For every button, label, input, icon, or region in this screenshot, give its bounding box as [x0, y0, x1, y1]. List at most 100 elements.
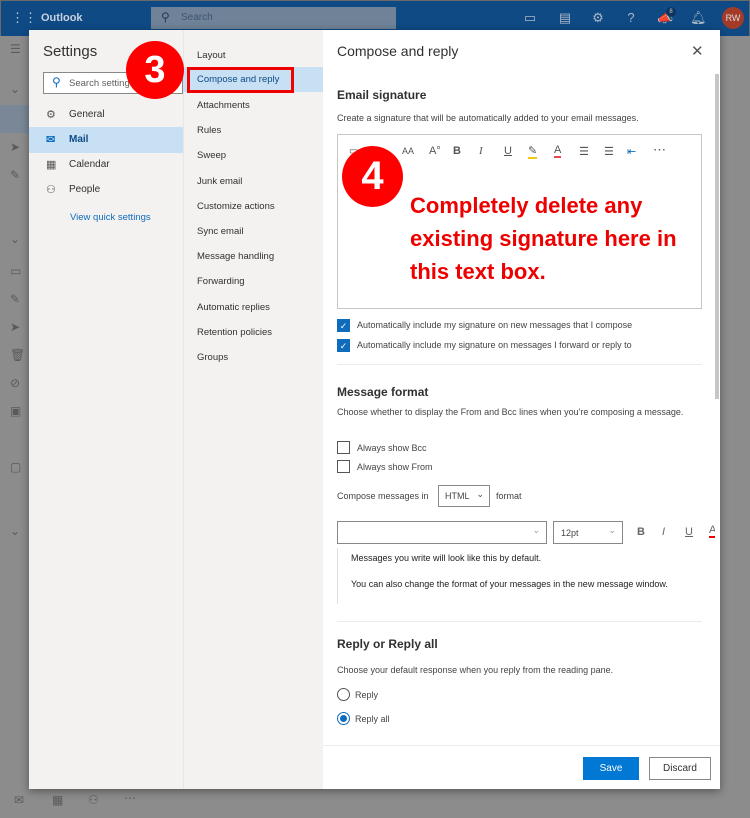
divider: [337, 364, 702, 365]
nav-groups[interactable]: Groups: [183, 345, 323, 370]
bold-icon[interactable]: B: [637, 526, 645, 538]
block-icon[interactable]: ⊘: [10, 376, 20, 390]
include-signature-reply-checkbox[interactable]: ✓: [337, 339, 350, 352]
discard-button[interactable]: Discard: [649, 757, 711, 780]
grow-font-icon[interactable]: A°: [429, 145, 441, 157]
trash-icon[interactable]: 🗑︎: [10, 348, 25, 362]
italic-icon[interactable]: I: [479, 145, 483, 157]
chevron-down-icon[interactable]: ⌄: [10, 82, 20, 96]
underline-icon[interactable]: U: [504, 145, 512, 157]
avatar[interactable]: RW: [722, 7, 744, 29]
inbox-icon[interactable]: ▭: [10, 264, 21, 278]
nav-customize-actions[interactable]: Customize actions: [183, 194, 323, 219]
save-button[interactable]: Save: [583, 757, 639, 780]
font-size-icon[interactable]: AA: [402, 146, 414, 156]
font-family-dropdown[interactable]: ⌄: [337, 521, 547, 544]
nav-junk-email[interactable]: Junk email: [183, 169, 323, 194]
settings-title: Settings: [43, 43, 98, 60]
more-options-icon[interactable]: ⋯: [653, 142, 666, 158]
message-format-desc: Choose whether to display the From and B…: [337, 407, 684, 417]
footer-divider: [323, 745, 720, 746]
signature-desc: Create a signature that will be automati…: [337, 113, 639, 123]
menu-icon[interactable]: ☰: [10, 42, 21, 56]
format-preview-line1: Messages you write will look like this b…: [351, 553, 542, 563]
send-icon[interactable]: ➤: [10, 320, 20, 334]
nav-retention-policies[interactable]: Retention policies: [183, 320, 323, 345]
reply-radio[interactable]: [337, 688, 350, 701]
always-show-bcc-checkbox[interactable]: [337, 441, 350, 454]
scrollbar[interactable]: [715, 74, 719, 399]
nav-forwarding[interactable]: Forwarding: [183, 269, 323, 294]
nav-sync-email[interactable]: Sync email: [183, 219, 323, 244]
help-icon[interactable]: ?: [623, 10, 639, 26]
nav-attachments[interactable]: Attachments: [183, 93, 323, 118]
bullets-icon[interactable]: ☰: [579, 145, 589, 158]
calendar-check-icon[interactable]: ▤: [557, 10, 573, 26]
search-input[interactable]: ⚲ Search: [151, 7, 396, 29]
category-mail[interactable]: ✉ Mail: [29, 127, 183, 153]
format-preview-line2: You can also change the format of your m…: [351, 579, 668, 589]
people-icon: ⚇: [46, 184, 56, 196]
pencil-icon[interactable]: ✎: [10, 292, 20, 306]
reply-desc: Choose your default response when you re…: [337, 665, 614, 675]
always-show-bcc-label: Always show Bcc: [357, 443, 427, 453]
app-launcher-icon[interactable]: ⋮⋮: [11, 10, 37, 26]
mail-icon[interactable]: ✉: [14, 793, 24, 807]
nav-message-handling[interactable]: Message handling: [183, 244, 323, 269]
pane-title: Compose and reply: [337, 43, 459, 59]
chat-icon[interactable]: ▭: [522, 10, 538, 26]
compose-format-dropdown[interactable]: HTML ⌄: [438, 485, 490, 507]
settings-icon[interactable]: ⚙: [590, 10, 606, 26]
highlight-icon[interactable]: ✎: [528, 144, 538, 159]
category-people[interactable]: ⚇ People: [29, 177, 183, 203]
send-icon[interactable]: ➤: [10, 140, 20, 154]
font-size-dropdown[interactable]: 12pt ⌄: [553, 521, 623, 544]
more-icon[interactable]: ⋯: [124, 791, 136, 805]
chevron-down-icon[interactable]: ⌄: [10, 232, 20, 246]
numbering-icon[interactable]: ☰: [604, 145, 614, 158]
bell-icon[interactable]: 🔔︎: [690, 10, 707, 26]
view-quick-settings-link[interactable]: View quick settings: [70, 212, 151, 223]
step4-badge: 4: [342, 146, 403, 207]
archive-icon[interactable]: ▣: [10, 404, 21, 418]
reply-all-radio[interactable]: [337, 712, 350, 725]
underline-icon[interactable]: U: [685, 526, 693, 538]
include-signature-new-checkbox[interactable]: ✓: [337, 319, 350, 332]
nav-rules[interactable]: Rules: [183, 118, 323, 143]
app-title: Outlook: [41, 12, 83, 24]
compose-format-suffix: format: [496, 491, 522, 501]
font-color-icon[interactable]: A: [554, 144, 562, 158]
bold-icon[interactable]: B: [453, 145, 461, 157]
category-calendar[interactable]: ▦ Calendar: [29, 152, 183, 178]
nav-automatic-replies[interactable]: Automatic replies: [183, 295, 323, 320]
font-color-icon[interactable]: A: [709, 524, 715, 538]
outdent-icon[interactable]: ⇤: [627, 145, 636, 158]
include-signature-new-label: Automatically include my signature on ne…: [357, 320, 633, 330]
notes-icon[interactable]: ▢: [10, 460, 21, 474]
settings-categories: Settings ⚲ Search settings ⚙ General ✉ Mai…: [29, 30, 183, 789]
chevron-down-icon: ⌄: [608, 525, 616, 535]
search-placeholder: Search: [181, 12, 213, 23]
people-icon[interactable]: ⚇: [88, 793, 99, 807]
always-show-from-checkbox[interactable]: [337, 460, 350, 473]
nav-sweep[interactable]: Sweep: [183, 143, 323, 168]
nav-layout[interactable]: Layout: [183, 43, 323, 68]
step3-highlight-box: [187, 67, 294, 93]
close-icon[interactable]: ✕: [691, 42, 704, 60]
italic-icon[interactable]: I: [662, 526, 665, 538]
pencil-icon[interactable]: ✎: [10, 168, 20, 182]
step4-instruction: Completely delete any existing signature…: [410, 193, 677, 284]
chevron-down-icon: ⌄: [532, 525, 540, 535]
include-signature-reply-label: Automatically include my signature on me…: [357, 340, 632, 350]
compose-format-label: Compose messages in: [337, 491, 429, 501]
search-icon: ⚲: [52, 75, 61, 89]
chevron-down-icon[interactable]: ⌄: [10, 524, 20, 538]
mail-icon: ✉: [46, 134, 56, 146]
reply-heading: Reply or Reply all: [337, 637, 438, 651]
reply-radio-label: Reply: [355, 690, 379, 700]
calendar-icon[interactable]: ▦: [52, 793, 63, 807]
step3-badge: 3: [126, 41, 184, 99]
signature-heading: Email signature: [337, 88, 427, 102]
divider: [337, 621, 702, 622]
category-general[interactable]: ⚙ General: [29, 102, 183, 128]
